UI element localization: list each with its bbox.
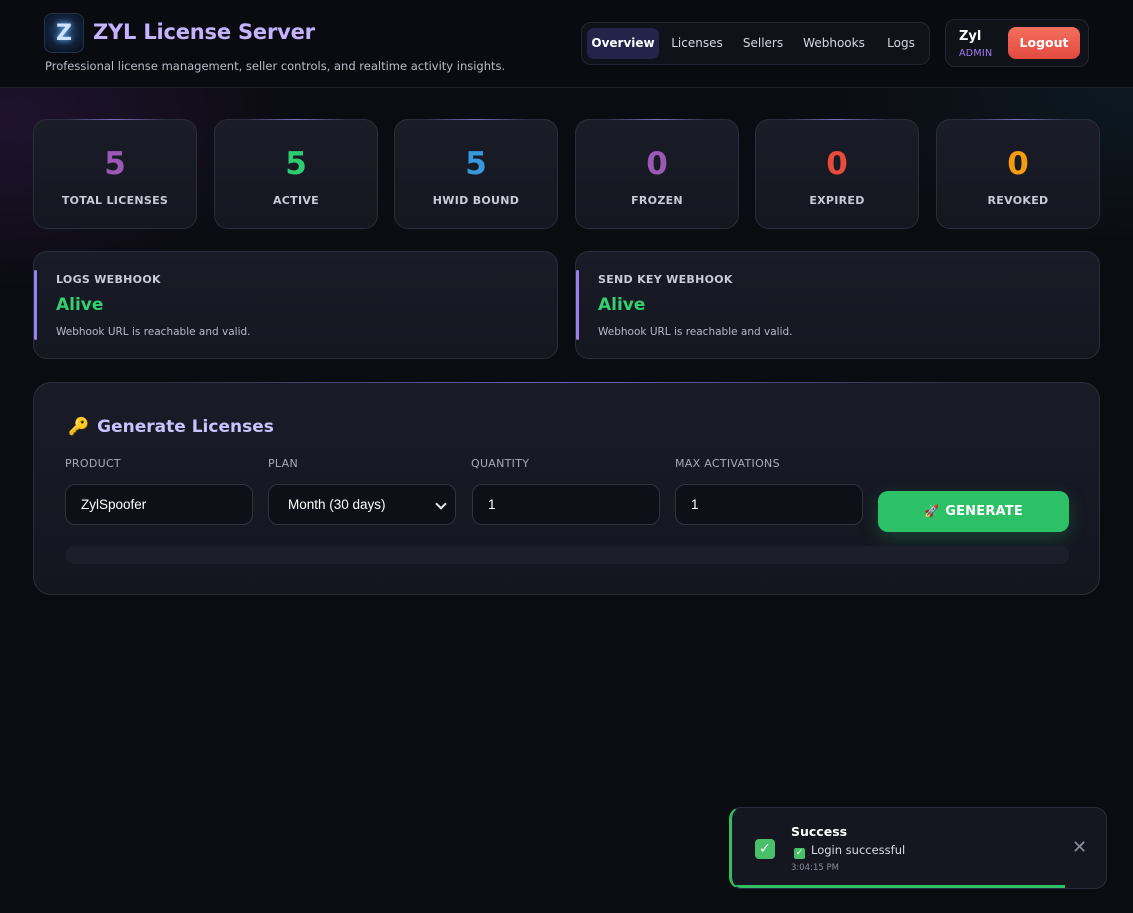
close-icon[interactable]: ✕ (1072, 838, 1087, 858)
stat-value: 0 (826, 146, 848, 182)
generate-title-text: Generate Licenses (97, 417, 274, 437)
stat-label: REVOKED (987, 194, 1049, 207)
webhook-status: Alive (598, 295, 646, 315)
tab-webhooks[interactable]: Webhooks (796, 28, 872, 59)
webhook-description: Webhook URL is reachable and valid. (56, 326, 251, 338)
stat-card-frozen: 0 FROZEN (575, 119, 739, 229)
stat-value: 5 (104, 146, 126, 182)
generate-title: 🔑 Generate Licenses (68, 417, 274, 437)
tab-logs[interactable]: Logs (878, 28, 924, 59)
main-nav: Overview Licenses Sellers Webhooks Logs (581, 22, 930, 65)
tab-licenses[interactable]: Licenses (664, 28, 730, 59)
generate-output-area (66, 546, 1069, 564)
stat-value: 0 (646, 146, 668, 182)
stat-value: 0 (1007, 146, 1029, 182)
check-icon: ✓ (755, 839, 775, 859)
stat-label: ACTIVE (272, 194, 319, 207)
app-title: ZYL License Server (93, 20, 315, 44)
stat-label: EXPIRED (809, 194, 865, 207)
plan-select-value: Month (30 days) (288, 497, 386, 512)
tab-overview[interactable]: Overview (587, 28, 659, 59)
toast-progress-bar (732, 885, 1065, 888)
rocket-icon: 🚀 (924, 504, 940, 518)
logout-button[interactable]: Logout (1008, 27, 1080, 59)
quantity-label: QUANTITY (471, 457, 530, 470)
app-subtitle: Professional license management, seller … (45, 59, 506, 73)
logs-webhook-card: LOGS WEBHOOK Alive Webhook URL is reacha… (33, 251, 558, 359)
tab-sellers[interactable]: Sellers (735, 28, 791, 59)
generate-button-label: GENERATE (945, 504, 1023, 519)
toast-timestamp: 3:04:15 PM (791, 863, 839, 873)
user-panel: Zyl ADMIN Logout (945, 19, 1089, 67)
plan-label: PLAN (268, 457, 298, 470)
check-icon: ✓ (794, 848, 805, 859)
accent-bar (34, 270, 37, 340)
stat-value: 5 (465, 146, 487, 182)
toast-title: Success (791, 824, 848, 839)
max-activations-input[interactable]: 1 (675, 484, 863, 525)
stat-card-active: 5 ACTIVE (214, 119, 378, 229)
stat-card-revoked: 0 REVOKED (936, 119, 1100, 229)
stat-label: FROZEN (631, 194, 683, 207)
key-icon: 🔑 (68, 417, 90, 437)
accent-bar (576, 270, 579, 340)
app-logo: Z (44, 13, 84, 53)
toast-message-text: Login successful (811, 843, 906, 857)
webhook-description: Webhook URL is reachable and valid. (598, 326, 793, 338)
user-role-badge: ADMIN (959, 48, 993, 59)
max-activations-label: MAX ACTIVATIONS (675, 457, 780, 470)
quantity-input[interactable]: 1 (472, 484, 660, 525)
plan-select[interactable]: Month (30 days) (268, 484, 456, 525)
generate-licenses-panel: 🔑 Generate Licenses PRODUCT PLAN QUANTITY… (33, 382, 1100, 595)
chevron-down-icon (435, 498, 447, 510)
send-key-webhook-card: SEND KEY WEBHOOK Alive Webhook URL is re… (575, 251, 1100, 359)
user-name: Zyl (959, 29, 982, 44)
webhook-status: Alive (56, 295, 104, 315)
stat-card-total-licenses: 5 TOTAL LICENSES (33, 119, 197, 229)
toast-message: ✓ Login successful (794, 843, 905, 859)
stat-label: TOTAL LICENSES (61, 194, 169, 207)
stat-label: HWID BOUND (432, 194, 520, 207)
generate-button[interactable]: 🚀 GENERATE (878, 491, 1069, 532)
product-input[interactable]: ZylSpoofer (65, 484, 253, 525)
top-header: Z ZYL License Server Professional licens… (0, 0, 1133, 88)
success-toast: ✓ Success ✓ Login successful 3:04:15 PM ✕ (729, 807, 1107, 889)
product-label: PRODUCT (65, 457, 121, 470)
stat-card-expired: 0 EXPIRED (755, 119, 919, 229)
webhook-title: LOGS WEBHOOK (56, 273, 161, 286)
stat-value: 5 (285, 146, 307, 182)
logo-letter: Z (56, 20, 72, 46)
webhook-title: SEND KEY WEBHOOK (598, 273, 733, 286)
stat-card-hwid-bound: 5 HWID BOUND (394, 119, 558, 229)
